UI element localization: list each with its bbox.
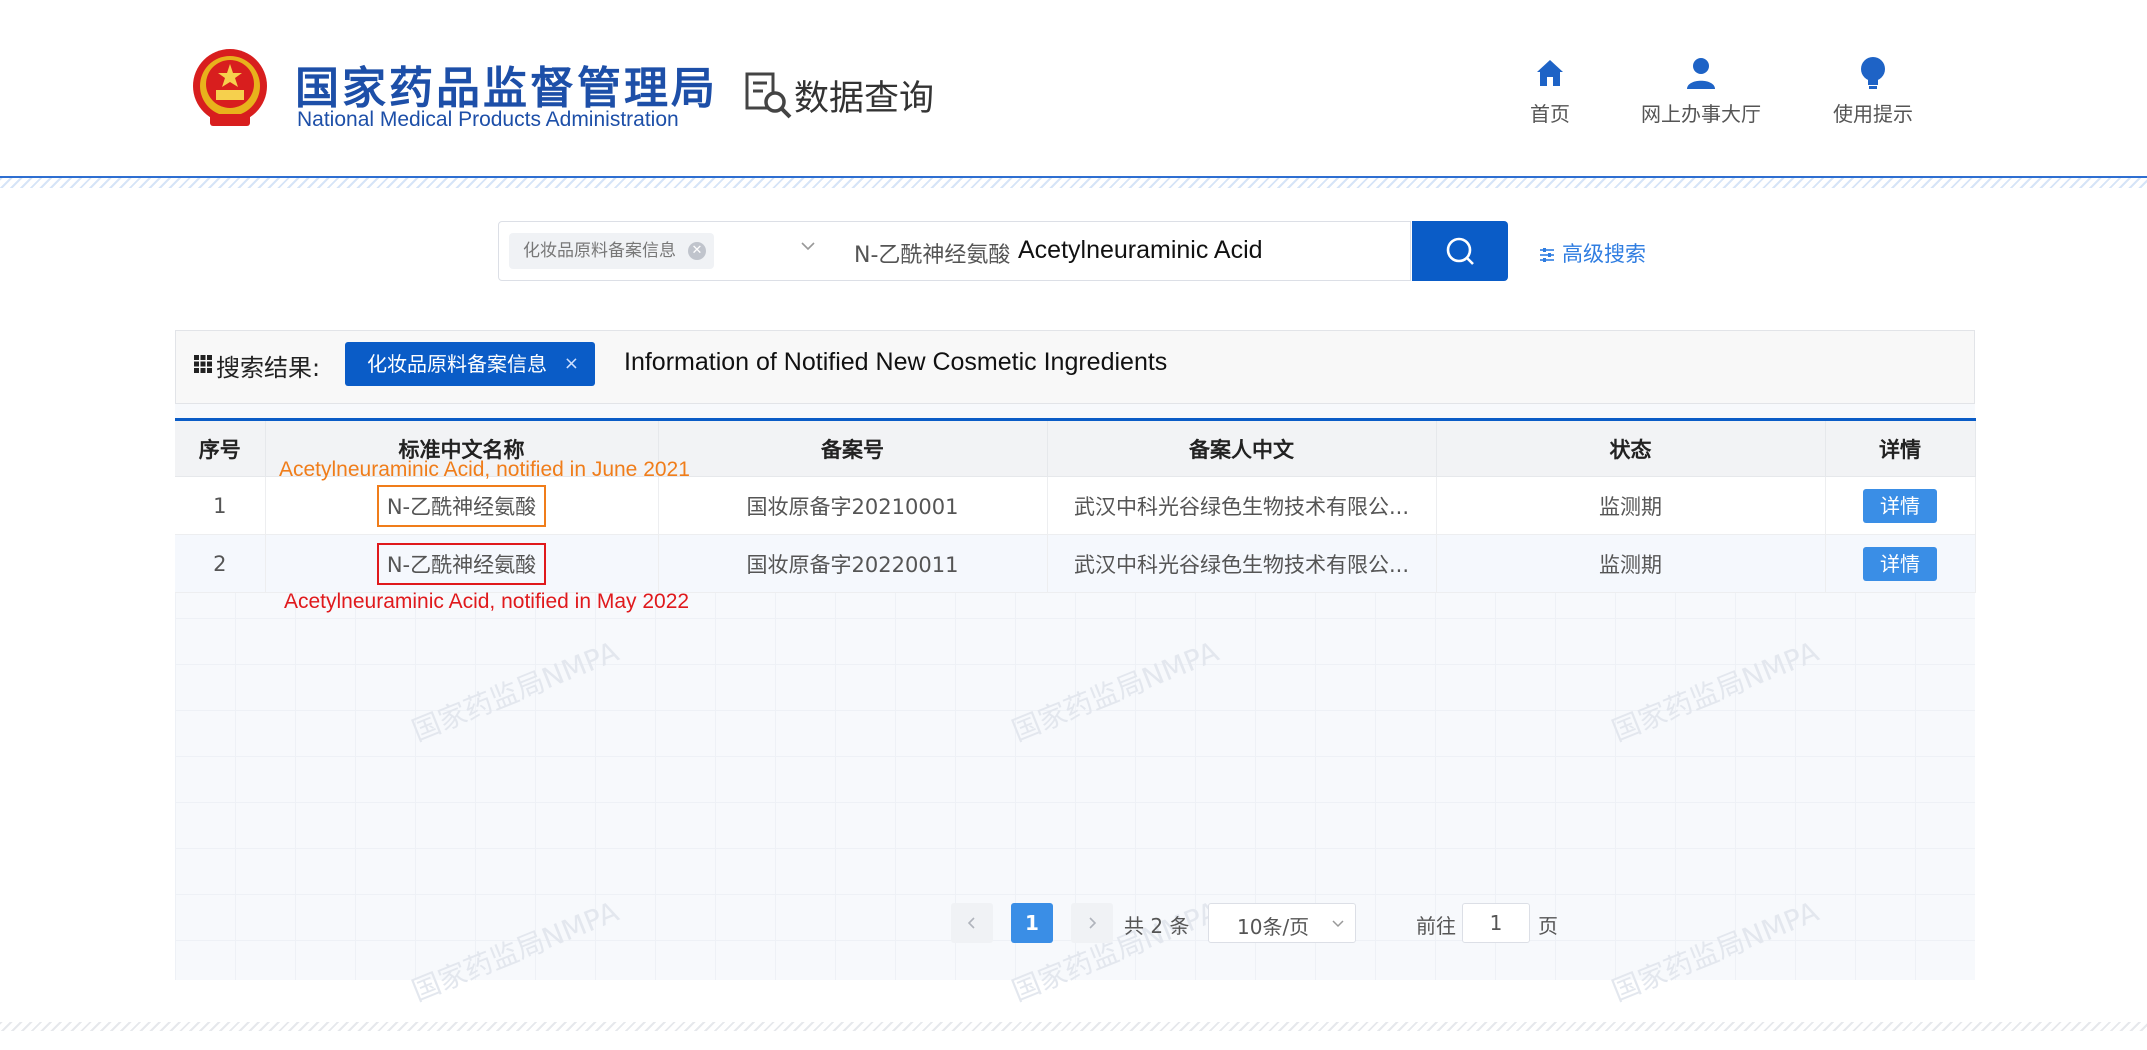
column-header: 序号 <box>175 419 266 477</box>
page-suffix: 页 <box>1538 914 1558 938</box>
goto-label: 前往 <box>1416 914 1456 938</box>
name-cell: N-乙酰神经氨酸 <box>265 476 659 535</box>
home-icon <box>1537 60 1563 86</box>
annotation-may-2022: Acetylneuraminic Acid, notified in May 2… <box>284 590 690 613</box>
result-chip-label: 化妆品原料备案信息 <box>367 352 547 376</box>
results-panel: 国家药监局NMPA 国家药监局NMPA 国家药监局NMPA 国家药监局NMPA … <box>175 330 1976 1008</box>
highlighted-name: N-乙酰神经氨酸 <box>376 542 547 585</box>
search-button[interactable] <box>1412 221 1508 281</box>
annotation-june-2021: Acetylneuraminic Acid, notified in June … <box>279 458 690 481</box>
detail-cell: 详情 <box>1825 476 1976 535</box>
column-header: 备案号 <box>658 419 1048 477</box>
header-divider <box>0 176 2147 188</box>
advanced-search-link[interactable]: 高级搜索 <box>1538 238 1646 268</box>
result-filter-chip[interactable]: 化妆品原料备案信息 × <box>345 342 595 386</box>
category-tag: 化妆品原料备案信息 ✕ <box>509 233 714 269</box>
nav-usage-tips-label: 使用提示 <box>1833 102 1913 126</box>
total-count: 共 2 条 <box>1124 914 1190 938</box>
record-number: 国妆原备字20210001 <box>658 476 1048 535</box>
chevron-down-icon <box>1332 920 1344 928</box>
detail-button[interactable]: 详情 <box>1863 546 1937 581</box>
status-cell: 监测期 <box>1436 534 1826 593</box>
result-english-overlay: Information of Notified New Cosmetic Ing… <box>624 348 1168 376</box>
filer-name: 武汉中科光谷绿色生物技术有限公... <box>1047 534 1437 593</box>
column-header: 详情 <box>1825 419 1976 477</box>
data-query-icon <box>745 72 792 119</box>
chevron-down-icon[interactable] <box>799 237 817 255</box>
keyword-english-overlay: Acetylneuraminic Acid <box>1018 236 1263 264</box>
brand-title-cn: 国家药品监督管理局 <box>295 63 718 114</box>
advanced-search-label: 高级搜索 <box>1562 242 1646 266</box>
column-header: 备案人中文 <box>1047 419 1437 477</box>
page-size-select[interactable]: 10条/页 <box>1208 903 1356 943</box>
goto-page-input[interactable]: 1 <box>1462 903 1530 943</box>
nav-usage-tips[interactable]: 使用提示 <box>1783 56 1963 127</box>
table-row[interactable]: 2 N-乙酰神经氨酸 国妆原备字20220011 武汉中科光谷绿色生物技术有限公… <box>175 534 1976 593</box>
data-query-label: 数据查询 <box>794 79 935 119</box>
lightbulb-icon <box>1861 57 1885 89</box>
tag-close-icon[interactable]: ✕ <box>688 242 706 260</box>
site-header: 国家药品监督管理局 National Medical Products Admi… <box>0 0 2147 178</box>
sliders-icon <box>1540 248 1554 262</box>
keyword-value: N-乙酰神经氨酸 <box>854 243 1011 268</box>
table-row[interactable]: 1 N-乙酰神经氨酸 国妆原备字20210001 武汉中科光谷绿色生物技术有限公… <box>175 476 1976 535</box>
column-header: 状态 <box>1436 419 1826 477</box>
status-cell: 监测期 <box>1436 476 1826 535</box>
result-label: 搜索结果: <box>216 354 321 382</box>
nav-online-hall[interactable]: 网上办事大厅 <box>1611 56 1791 127</box>
filer-name: 武汉中科光谷绿色生物技术有限公... <box>1047 476 1437 535</box>
category-tag-label: 化妆品原料备案信息 <box>523 241 676 261</box>
chevron-right-icon <box>1089 917 1097 929</box>
category-select[interactable]: 化妆品原料备案信息 ✕ <box>498 221 834 281</box>
detail-button[interactable]: 详情 <box>1863 488 1937 523</box>
nav-online-hall-label: 网上办事大厅 <box>1641 102 1761 126</box>
name-cell: N-乙酰神经氨酸 <box>265 534 659 593</box>
prev-page-button[interactable] <box>951 903 993 943</box>
grid-icon <box>194 355 212 373</box>
results-table: 序号 标准中文名称 备案号 备案人中文 状态 详情 1 N-乙酰神经氨酸 国妆原… <box>175 418 1976 593</box>
result-header: 搜索结果: 化妆品原料备案信息 × Information of Notifie… <box>175 330 1975 404</box>
national-emblem-icon <box>193 49 267 126</box>
page-size-value: 10条/页 <box>1237 915 1310 939</box>
next-page-button[interactable] <box>1071 903 1113 943</box>
search-icon <box>1446 237 1474 265</box>
record-number: 国妆原备字20220011 <box>658 534 1048 593</box>
brand-title-en: National Medical Products Administration <box>297 108 679 131</box>
close-icon[interactable]: × <box>564 342 579 386</box>
highlighted-name: N-乙酰神经氨酸 <box>376 484 547 527</box>
chevron-left-icon <box>967 917 975 929</box>
footer-divider <box>0 1022 2147 1031</box>
detail-cell: 详情 <box>1825 534 1976 593</box>
row-index: 1 <box>175 476 266 535</box>
row-index: 2 <box>175 534 266 593</box>
user-icon <box>1687 58 1715 89</box>
page-number-button[interactable]: 1 <box>1011 903 1053 943</box>
